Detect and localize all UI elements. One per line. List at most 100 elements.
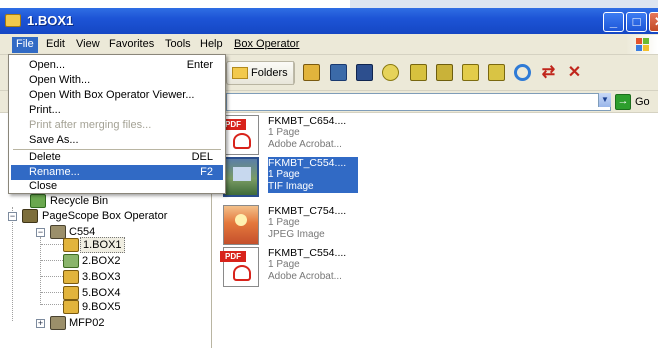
menu-item-print-merged: Print after merging files... <box>11 118 223 133</box>
windows-logo-icon <box>626 35 658 54</box>
tree-item-label: 1.BOX1 <box>80 237 125 253</box>
tif-file-icon <box>223 157 259 197</box>
toolbar-separator <box>293 61 294 85</box>
box-icon <box>63 238 79 252</box>
jpeg-file-icon <box>223 205 259 245</box>
expand-toggle[interactable]: + <box>36 319 45 328</box>
menu-file-label: File <box>16 38 34 50</box>
tree-item-pagescope[interactable]: − PageScope Box Operator <box>0 208 212 224</box>
box-copy-icon[interactable] <box>410 64 427 81</box>
box-paste-icon[interactable] <box>462 64 479 81</box>
menu-box-operator[interactable]: Box Operator <box>230 37 303 53</box>
tree-item-box1[interactable]: 1.BOX1 <box>0 237 212 253</box>
file-item-selected[interactable]: FKMBT_C554.... 1 Page TIF Image <box>221 157 361 199</box>
tree-item-label: 3.BOX3 <box>82 271 121 283</box>
menu-item-label: Save As... <box>29 134 79 146</box>
file-type: Adobe Acrobat... <box>268 139 342 150</box>
menu-view[interactable]: View <box>72 37 104 53</box>
box-move-icon[interactable] <box>436 64 453 81</box>
menu-item-delete[interactable]: Delete DEL <box>11 150 223 165</box>
pagescope-icon <box>22 209 38 223</box>
box-icon <box>63 270 79 284</box>
pdf-file-icon: PDF <box>220 247 259 287</box>
menu-item-open[interactable]: Open... Enter <box>11 58 223 73</box>
box-user-icon <box>63 254 79 268</box>
menu-item-label: Rename... <box>29 166 80 178</box>
folder-icon <box>5 14 21 27</box>
tree-item-mfp02[interactable]: + MFP02 <box>0 315 212 331</box>
window-titlebar[interactable]: 1.BOX1 _ □ ✕ <box>0 8 658 34</box>
tree-item-box3[interactable]: 3.BOX3 <box>0 269 212 285</box>
box-icon <box>63 286 79 300</box>
folders-icon <box>232 67 248 79</box>
printer-icon <box>50 316 66 330</box>
maximize-button[interactable]: □ <box>626 12 647 32</box>
file-pages: 1 Page <box>268 217 300 228</box>
menu-item-label: Delete <box>29 151 61 163</box>
address-dropdown-button[interactable]: ▼ <box>598 93 611 107</box>
menu-file[interactable]: File <box>12 37 38 53</box>
menu-item-label: Open With... <box>29 74 91 86</box>
menu-item-label: Close <box>29 180 58 192</box>
file-item[interactable]: PDF FKMBT_C654.... 1 Page Adobe Acrobat.… <box>220 115 361 157</box>
recycle-bin-icon <box>30 194 46 208</box>
menu-item-open-with[interactable]: Open With... <box>11 73 223 88</box>
file-item[interactable]: FKMBT_C754.... 1 Page JPEG Image <box>221 205 361 247</box>
go-button[interactable]: → Go <box>615 93 650 111</box>
tree-item-label: Recycle Bin <box>50 195 109 207</box>
menu-item-label: Open With Box Operator Viewer... <box>29 89 195 101</box>
menu-item-label: Print... <box>29 104 61 116</box>
file-name: FKMBT_C554.... <box>268 247 347 259</box>
tree-item-recycle-bin[interactable]: Recycle Bin <box>0 193 212 209</box>
menu-tools[interactable]: Tools <box>161 37 195 53</box>
menu-edit[interactable]: Edit <box>42 37 69 53</box>
menu-item-save-as[interactable]: Save As... <box>11 133 223 148</box>
menu-item-shortcut: Enter <box>186 59 213 71</box>
collapse-toggle[interactable]: − <box>8 212 17 221</box>
menu-item-print[interactable]: Print... <box>11 103 223 118</box>
box-icon <box>63 300 79 314</box>
tree-item-label: MFP02 <box>69 317 105 329</box>
menu-item-shortcut: F2 <box>200 166 213 178</box>
menu-item-open-with-viewer[interactable]: Open With Box Operator Viewer... <box>11 88 223 103</box>
file-item[interactable]: PDF FKMBT_C554.... 1 Page Adobe Acrobat.… <box>220 247 361 289</box>
file-list: PDF FKMBT_C654.... 1 Page Adobe Acrobat.… <box>213 113 658 348</box>
file-menu-dropdown: Open... Enter Open With... Open With Box… <box>8 54 226 194</box>
folders-label: Folders <box>251 67 288 79</box>
minimize-icon: _ <box>609 14 618 29</box>
menu-view-label: View <box>76 38 100 50</box>
file-type: JPEG Image <box>268 229 325 240</box>
menu-tools-label: Tools <box>165 38 191 50</box>
file-pages: 1 Page <box>268 169 300 180</box>
menu-help[interactable]: Help <box>196 37 227 53</box>
desktop-backdrop-accent <box>350 0 658 8</box>
scan-icon[interactable] <box>330 64 347 81</box>
window-title: 1.BOX1 <box>27 13 74 28</box>
tree-item-box2[interactable]: 2.BOX2 <box>0 253 212 269</box>
collapse-toggle[interactable]: − <box>36 228 45 237</box>
transfer-icon[interactable]: ⇄ <box>540 64 557 81</box>
delete-icon[interactable]: ✕ <box>566 64 583 81</box>
box-open-icon[interactable] <box>303 64 320 81</box>
menu-item-label: Open... <box>29 59 66 71</box>
menu-favorites[interactable]: Favorites <box>105 37 158 53</box>
tree-item-box5[interactable]: 9.BOX5 <box>0 299 212 315</box>
tree-item-label: 2.BOX2 <box>82 255 121 267</box>
menu-item-rename[interactable]: Rename... F2 <box>11 165 223 180</box>
go-label: Go <box>635 96 650 108</box>
folders-button[interactable]: Folders <box>226 61 295 85</box>
close-icon: ✕ <box>654 14 658 29</box>
minimize-button[interactable]: _ <box>603 12 624 32</box>
tree-item-label: 9.BOX5 <box>82 301 121 313</box>
settings-icon[interactable] <box>382 64 399 81</box>
menu-edit-label: Edit <box>46 38 65 50</box>
address-input[interactable] <box>226 93 611 111</box>
box-export-icon[interactable] <box>488 64 505 81</box>
close-button[interactable]: ✕ <box>649 12 658 32</box>
refresh-icon[interactable] <box>514 64 531 81</box>
menubar: File Edit View Favorites Tools Help Box … <box>0 34 658 55</box>
menu-item-close[interactable]: Close <box>11 179 223 194</box>
file-type: TIF Image <box>268 181 314 192</box>
file-name: FKMBT_C654.... <box>268 115 347 127</box>
save-icon[interactable] <box>356 64 373 81</box>
